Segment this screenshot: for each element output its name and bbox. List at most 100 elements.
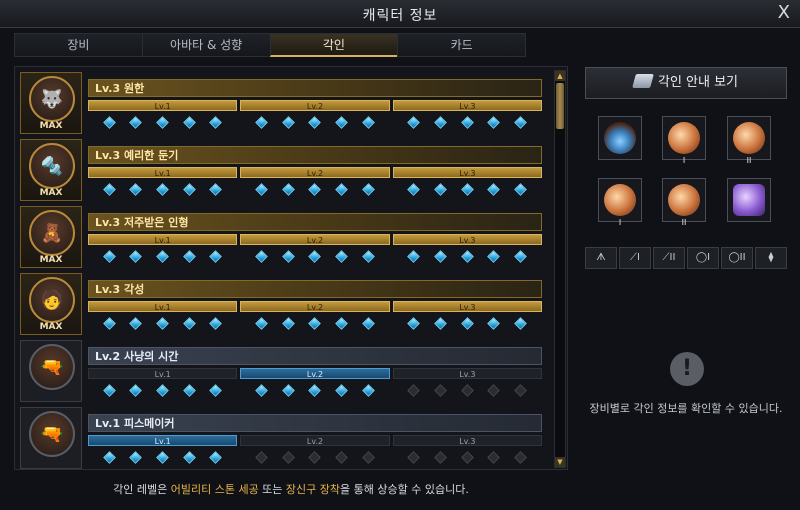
book-icon xyxy=(632,74,654,88)
gem-icon xyxy=(308,384,322,397)
engraving-portrait: 🐺 MAX xyxy=(20,72,82,134)
engraving-level-segment: Lv.2 xyxy=(240,100,390,134)
footer-text-suffix: 을 통해 상승할 수 있습니다. xyxy=(340,483,469,496)
filter-stone-icon[interactable]: ⧫ xyxy=(755,247,787,269)
engraving-row[interactable]: 🧸 MAX Lv.3 저주받은 인형 Lv.1 Lv.2 Lv.3 xyxy=(20,206,542,268)
gem-icon xyxy=(434,384,448,397)
gem-icon xyxy=(156,183,170,196)
gem-icon xyxy=(129,250,143,263)
engraving-levels: Lv.1 Lv.2 Lv.3 xyxy=(88,368,542,402)
engraving-icon: 🐺 xyxy=(29,76,75,122)
level-label: Lv.2 xyxy=(240,435,390,446)
engraving-levels: Lv.1 Lv.2 Lv.3 xyxy=(88,301,542,335)
filter-ring-2-icon[interactable]: ◯II xyxy=(721,247,753,269)
engraving-level-segment: Lv.1 xyxy=(88,167,238,201)
necklace-slot[interactable] xyxy=(598,116,642,160)
gem-icon xyxy=(209,317,223,330)
tab-equipment[interactable]: 장비 xyxy=(14,33,142,57)
gem-icon xyxy=(182,317,196,330)
engraving-row[interactable]: 🔩 MAX Lv.3 예리한 둔기 Lv.1 Lv.2 Lv.3 xyxy=(20,139,542,201)
gem-icon xyxy=(129,384,143,397)
max-badge: MAX xyxy=(39,121,63,131)
engraving-row[interactable]: 🧑 MAX Lv.3 각성 Lv.1 Lv.2 Lv.3 xyxy=(20,273,542,335)
level-label: Lv.1 xyxy=(88,234,238,245)
gem-icon xyxy=(514,250,527,263)
necklace-icon xyxy=(604,122,636,154)
engraving-symbol: 🔫 xyxy=(40,424,64,445)
engraving-level-segment: Lv.1 xyxy=(88,368,238,402)
engraving-symbol: 🐺 xyxy=(40,89,64,110)
gem-row xyxy=(393,312,542,330)
ability-stone-slot[interactable] xyxy=(727,178,771,222)
engraving-row[interactable]: 🔫 Lv.2 사냥의 시간 Lv.1 Lv.2 Lv.3 xyxy=(20,340,542,402)
gem-icon xyxy=(255,317,269,330)
gem-icon xyxy=(335,116,348,129)
level-label: Lv.2 xyxy=(240,167,390,178)
tab-card[interactable]: 카드 xyxy=(397,33,526,57)
filter-ring-1-icon[interactable]: ◯I xyxy=(687,247,719,269)
engraving-name: Lv.3 예리한 둔기 xyxy=(88,146,542,164)
engraving-portrait: 🧸 MAX xyxy=(20,206,82,268)
gem-row xyxy=(88,245,237,263)
engraving-level-segment: Lv.1 xyxy=(88,234,238,268)
gem-icon xyxy=(156,317,170,330)
gem-icon xyxy=(156,384,170,397)
engraving-level-segment: Lv.1 xyxy=(88,435,238,469)
ring-1-slot[interactable]: I xyxy=(598,178,642,227)
earring-2-slot[interactable]: II xyxy=(727,116,771,165)
engraving-guide-label: 각인 안내 보기 xyxy=(657,75,739,90)
close-button[interactable]: X xyxy=(778,2,790,23)
gem-icon xyxy=(182,116,196,129)
tab-avatar-disposition[interactable]: 아바타 & 성향 xyxy=(141,33,270,57)
gem-icon xyxy=(361,250,375,263)
engraving-row[interactable]: 🔫 Lv.1 피스메이커 Lv.1 Lv.2 Lv.3 xyxy=(20,407,542,469)
gem-icon xyxy=(361,384,375,397)
gem-icon xyxy=(361,183,375,196)
engraving-symbol: 🧑 xyxy=(40,290,64,311)
engraving-level-segment: Lv.2 xyxy=(240,234,390,268)
engraving-level-segment: Lv.3 xyxy=(392,435,542,469)
earring-1-slot[interactable]: I xyxy=(662,116,706,165)
filter-earring-1-icon[interactable]: ⟋I xyxy=(619,247,651,269)
gem-icon xyxy=(129,317,143,330)
gem-icon xyxy=(407,250,421,263)
gem-icon xyxy=(308,116,322,129)
tab-engraving[interactable]: 각인 xyxy=(269,33,398,57)
gem-icon xyxy=(102,250,116,263)
engraving-portrait: 🔩 MAX xyxy=(20,139,82,201)
level-label: Lv.3 xyxy=(392,301,542,312)
gem-icon xyxy=(255,451,269,464)
level-label: Lv.2 xyxy=(240,100,390,111)
gem-icon xyxy=(361,317,375,330)
gem-icon xyxy=(255,183,269,196)
scroll-thumb[interactable] xyxy=(556,83,564,129)
engraving-levels: Lv.1 Lv.2 Lv.3 xyxy=(88,234,542,268)
ring-2-slot[interactable]: II xyxy=(662,178,706,227)
engraving-level-segment: Lv.3 xyxy=(392,368,542,402)
engraving-level-segment: Lv.2 xyxy=(240,435,390,469)
gem-icon xyxy=(335,451,348,464)
filter-necklace-icon[interactable]: ᗑ xyxy=(585,247,617,269)
gem-icon xyxy=(460,451,474,464)
engraving-guide-button[interactable]: 각인 안내 보기 xyxy=(585,67,787,99)
engraving-level-segment: Lv.1 xyxy=(88,301,238,335)
scroll-up-icon[interactable]: ▲ xyxy=(555,71,565,81)
engraving-level-segment: Lv.2 xyxy=(240,167,390,201)
engraving-portrait: 🧑 MAX xyxy=(20,273,82,335)
gem-icon xyxy=(182,451,196,464)
gem-icon xyxy=(255,250,269,263)
gem-icon xyxy=(460,183,474,196)
filter-earring-2-icon[interactable]: ⟋II xyxy=(653,247,685,269)
scroll-down-icon[interactable]: ▼ xyxy=(555,457,565,467)
level-label: Lv.2 xyxy=(240,234,390,245)
engraving-level-segment: Lv.3 xyxy=(392,167,542,201)
engraving-level-segment: Lv.1 xyxy=(88,100,238,134)
level-label: Lv.1 xyxy=(88,167,238,178)
list-scrollbar[interactable]: ▲ ▼ xyxy=(554,70,566,468)
gem-icon xyxy=(487,183,501,196)
footer-highlight-stone: 어빌리티 스톤 세공 xyxy=(170,483,259,496)
max-badge: MAX xyxy=(39,255,63,265)
gem-icon xyxy=(487,384,501,397)
gem-icon xyxy=(460,317,474,330)
engraving-row[interactable]: 🐺 MAX Lv.3 원한 Lv.1 Lv.2 Lv.3 xyxy=(20,72,542,134)
